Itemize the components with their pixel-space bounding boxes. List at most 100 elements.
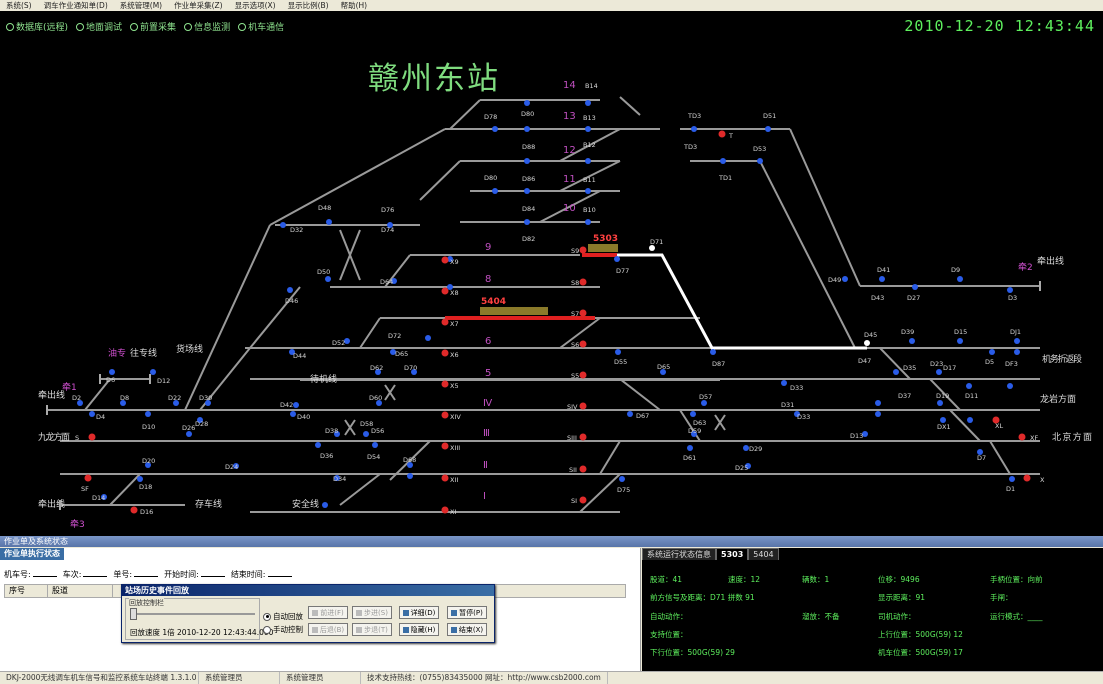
step-back-button[interactable]: 步退(T) (352, 623, 392, 636)
signal-label: D4 (96, 413, 105, 421)
tab-5303[interactable]: 5303 (716, 548, 749, 560)
signal-label: TD3 (683, 143, 697, 151)
info-support-pos: 支持位置： (650, 630, 688, 639)
pause-icon (451, 609, 458, 616)
signal-label: B12 (583, 141, 596, 149)
place-label: 北京方面 (1052, 431, 1092, 443)
signal-label: D70 (404, 364, 417, 372)
signal-label: X5 (450, 382, 459, 390)
back-icon (311, 626, 318, 633)
playback-slider-track[interactable] (130, 613, 255, 615)
status-bar: DKJ-2000无线调车机车信号和监控系统车站终端 1.3.1.0 系统管理员 … (0, 671, 1103, 684)
forward-button[interactable]: 前进(F) (308, 606, 348, 619)
info-up-pos: 上行位置：500G(59) 12 (878, 630, 963, 639)
signal-label: D72 (388, 332, 401, 340)
signal-label: D43 (871, 294, 884, 302)
signal-label: D84 (522, 205, 535, 213)
signal-label: XIV (450, 413, 461, 421)
pause-button[interactable]: 暂停(P) (447, 606, 487, 619)
menu-scale[interactable]: 显示比例(B) (282, 0, 335, 11)
column-header-seq[interactable]: 序号 (5, 585, 48, 597)
loco-info: 股道：41 速度：12 辆数：1 位移：9496 手柄位置：向前 前方信号及距离… (642, 562, 1103, 670)
signal-label: D36 (320, 452, 333, 460)
track-label: 6 (485, 336, 491, 347)
signal-label: D16 (140, 508, 153, 516)
group-label: 回放控制栏 (129, 598, 164, 608)
signal-label: D77 (616, 267, 629, 275)
end-button[interactable]: 结束(X) (447, 623, 487, 636)
signal-label: SIV (567, 403, 578, 411)
signal-label: D20 (142, 457, 155, 465)
info-displacement: 位移：9496 (878, 575, 920, 584)
radio-label: 手动控制 (273, 625, 303, 634)
dialog-title[interactable]: 站场历史事件回放 (122, 585, 494, 596)
signal-label: DF3 (1005, 360, 1018, 368)
signal-label: D23 (930, 360, 943, 368)
signal-label: D32 (290, 226, 303, 234)
tab-work-order-status[interactable]: 作业单执行状态 (0, 548, 64, 560)
signal-label: D17 (943, 364, 956, 372)
signal-label: DJ1 (1010, 328, 1021, 336)
track-label: Ⅳ (483, 398, 493, 409)
info-run-mode: 运行模式：____ (990, 612, 1043, 621)
playback-slider-thumb[interactable] (130, 608, 137, 620)
field-label: 结束时间: (230, 570, 266, 579)
radio-dot (263, 612, 271, 621)
track-label: Ⅱ (483, 460, 488, 471)
step-back-icon (356, 626, 363, 633)
menu-help[interactable]: 帮助(H) (335, 0, 374, 11)
track-label: 13 (563, 111, 576, 122)
signal-label: D44 (293, 352, 306, 360)
active-route (617, 253, 867, 350)
info-brake: 手闸： (990, 593, 1013, 602)
field-order-no: 单号: (113, 569, 159, 580)
menu-display[interactable]: 显示选项(X) (229, 0, 282, 11)
tab-system-status[interactable]: 系统运行状态信息 (642, 548, 716, 560)
menu-notice[interactable]: 调车作业通知单(D) (38, 0, 114, 11)
track-label: 9 (485, 242, 491, 253)
signal-label: D38 (325, 427, 338, 435)
signal-label: S5 (571, 372, 579, 380)
signal-label: D54 (367, 453, 380, 461)
hide-button[interactable]: 隐藏(H) (399, 623, 439, 636)
signal-label: D80 (521, 110, 534, 118)
signal-label: SF (81, 485, 89, 493)
stop-icon (450, 626, 457, 633)
field-value (200, 576, 225, 577)
radio-auto-playback[interactable]: 自动回放 (263, 611, 303, 622)
signal-label: S7 (571, 310, 579, 318)
signal-label: D18 (139, 483, 152, 491)
signal-label: X (1040, 476, 1045, 484)
signal-label: S (75, 434, 79, 442)
tab-5404[interactable]: 5404 (748, 548, 779, 560)
detail-button[interactable]: 详细(D) (399, 606, 439, 619)
field-value (134, 576, 159, 577)
place-label: 油专 (108, 347, 126, 359)
train-body-5404 (480, 307, 548, 315)
button-label: 前进(F) (320, 608, 344, 617)
field-loco-no: 机车号: (4, 569, 57, 580)
radio-manual-control[interactable]: 手动控制 (263, 624, 303, 635)
playback-control-group: 回放控制栏 回放速度 1倍 2010-12-20 12:43:44.000 (125, 598, 273, 640)
place-label: 牵出线 (38, 389, 65, 401)
place-label: 待机线 (310, 373, 337, 385)
step-button[interactable]: 步进(S) (352, 606, 392, 619)
signal-label: D24 (225, 463, 238, 471)
signal-label: B10 (583, 206, 596, 214)
signal-label: D10 (142, 423, 155, 431)
info-release: 溜放：不备 (802, 612, 840, 621)
info-auto-action: 自动动作： (650, 612, 688, 621)
loco-info-pane: 系统运行状态信息 5303 5404 股道：41 速度：12 辆数：1 位移：9… (642, 548, 1103, 671)
back-button[interactable]: 后退(B) (308, 623, 348, 636)
menu-collect[interactable]: 作业单采集(Z) (168, 0, 229, 11)
signal-label: D80 (484, 174, 497, 182)
signal-label: D60 (369, 394, 382, 402)
signal-label: D40 (297, 413, 310, 421)
signal-label: TD3 (687, 112, 701, 120)
track-label: 12 (563, 145, 576, 156)
train-label-5404: 5404 (481, 297, 506, 307)
signal-label: DX1 (937, 423, 951, 431)
menu-manage[interactable]: 系统管理(M) (114, 0, 168, 11)
menu-system[interactable]: 系统(S) (0, 0, 38, 11)
column-header-track[interactable]: 股道 (48, 585, 113, 597)
